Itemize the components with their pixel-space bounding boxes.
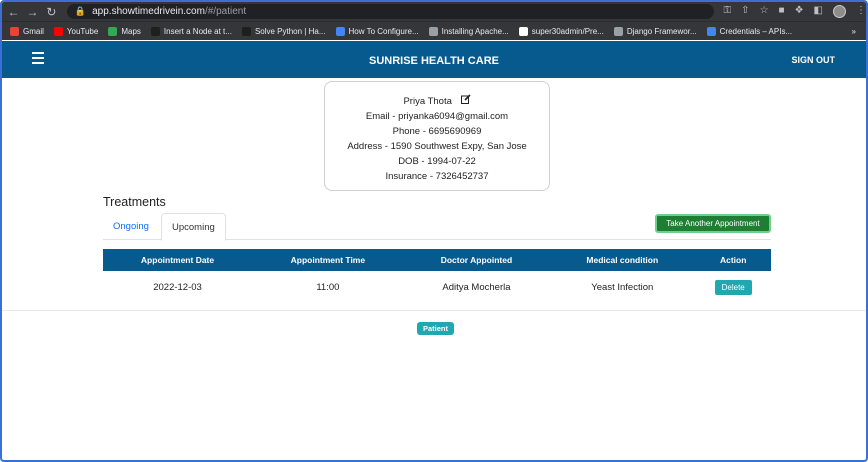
column-header: Appointment Time	[290, 255, 366, 265]
tab-ongoing[interactable]: Ongoing	[103, 213, 159, 240]
bookmark-favicon-icon	[518, 26, 528, 36]
bookmark-item[interactable]: Solve Python | Ha...	[241, 26, 326, 36]
appointment-date: 2022-12-03	[153, 282, 202, 293]
menu-icon[interactable]: ⋮	[856, 5, 866, 18]
url-host: app.showtimedrivein.com	[92, 6, 205, 17]
profile-insurance: Insurance - 7326452737	[385, 171, 489, 182]
treatments-heading: Treatments	[103, 195, 166, 209]
role-badge: Patient	[417, 322, 455, 335]
browser-actions: ⚿ ⇧ ☆ ■ ❖ ◧ ⋮	[724, 5, 866, 18]
sign-out-button[interactable]: SIGN OUT	[791, 55, 835, 65]
bookmark-item[interactable]: How To Configure...	[335, 26, 419, 36]
app-header: SUNRISE HEALTH CARE SIGN OUT	[2, 41, 866, 78]
bookmarks-overflow-button[interactable]: »	[852, 27, 856, 36]
bookmark-label: Solve Python | Ha...	[254, 26, 326, 36]
bookmark-label: How To Configure...	[348, 26, 419, 36]
table-row: 2022-12-03 11:00 Aditya Mocherla Yeast I…	[103, 271, 771, 304]
bookmark-label: super30admin/Pre...	[531, 26, 604, 36]
sidebar-icon[interactable]: ◧	[814, 5, 823, 18]
appointments-table: Appointment Date Appointment Time Doctor…	[103, 249, 771, 304]
tab-upcoming[interactable]: Upcoming	[161, 213, 226, 241]
column-header: Action	[719, 255, 747, 265]
bookmark-favicon-icon	[335, 26, 345, 36]
back-icon[interactable]: ←	[6, 5, 21, 19]
bookmark-item[interactable]: Insert a Node at t...	[150, 26, 232, 36]
profile-phone: Phone - 6695690969	[392, 126, 482, 137]
url-path: /#/patient	[204, 6, 247, 17]
browser-window: ← → ↻ 🔒 app.showtimedrivein.com /#/patie…	[0, 0, 868, 462]
bookmark-favicon-icon	[241, 26, 251, 36]
delete-button[interactable]: Delete	[714, 280, 752, 295]
column-header: Doctor Appointed	[440, 255, 513, 265]
bookmark-favicon-icon	[53, 26, 63, 36]
profile-address: Address - 1590 Southwest Expy, San Jose	[347, 141, 527, 152]
profile-name-row: Priya Thota	[325, 94, 549, 109]
profile-name: Priya Thota	[403, 96, 452, 108]
key-icon[interactable]: ⚿	[724, 5, 732, 18]
bookmark-item[interactable]: YouTube	[53, 26, 99, 36]
column-header: Medical condition	[586, 255, 659, 265]
puzzle-icon[interactable]: ❖	[795, 5, 804, 18]
profile-dob: DOB - 1994-07-22	[398, 156, 476, 167]
address-bar[interactable]: 🔒 app.showtimedrivein.com /#/patient	[66, 4, 714, 19]
table-header-row: Appointment Date Appointment Time Doctor…	[103, 249, 771, 271]
bookmark-item[interactable]: Installing Apache...	[428, 26, 509, 36]
take-another-appointment-button[interactable]: Take Another Appointment	[655, 214, 771, 233]
bookmark-label: Installing Apache...	[441, 26, 509, 36]
bookmark-favicon-icon	[10, 26, 19, 36]
column-header: Appointment Date	[140, 255, 215, 265]
bookmark-favicon-icon	[613, 26, 623, 36]
extension-icon[interactable]: ■	[779, 5, 785, 18]
bookmark-label: Maps	[121, 26, 141, 36]
bookmark-item[interactable]: super30admin/Pre...	[518, 26, 604, 36]
bookmark-label: Credentials – APIs...	[719, 26, 793, 36]
bookmark-label: Insert a Node at t...	[163, 26, 232, 36]
doctor-appointed: Aditya Mocherla	[442, 282, 511, 293]
divider	[2, 310, 866, 311]
bookmark-item[interactable]: Gmail	[10, 26, 44, 36]
share-icon[interactable]: ⇧	[741, 5, 749, 18]
lock-icon: 🔒	[74, 6, 87, 16]
appointment-time: 11:00	[316, 282, 340, 293]
bookmark-item[interactable]: Maps	[108, 26, 141, 36]
bookmarks-bar: Gmail YouTube Maps Insert a Node at t... Sol…	[2, 21, 866, 40]
bookmark-favicon-icon	[108, 26, 118, 36]
bookmark-item[interactable]: Credentials – APIs...	[706, 26, 793, 36]
star-icon[interactable]: ☆	[760, 5, 769, 18]
bookmark-label: Gmail	[23, 26, 44, 36]
bookmark-favicon-icon	[150, 26, 160, 36]
bookmark-favicon-icon	[706, 26, 716, 36]
app-title: SUNRISE HEALTH CARE	[369, 55, 499, 67]
edit-icon[interactable]	[460, 94, 471, 109]
bookmark-label: Django Framewor...	[626, 26, 697, 36]
action-cell: Delete	[695, 271, 771, 304]
medical-condition: Yeast Infection	[591, 282, 654, 293]
profile-email: Email - priyanka6094@gmail.com	[365, 111, 509, 122]
browser-toolbar: ← → ↻ 🔒 app.showtimedrivein.com /#/patie…	[2, 2, 866, 21]
bookmark-label: YouTube	[66, 26, 99, 36]
bookmark-favicon-icon	[428, 26, 438, 36]
bookmark-item[interactable]: Django Framewor...	[613, 26, 697, 36]
profile-avatar[interactable]	[833, 5, 846, 18]
profile-card: Priya Thota Email - priyanka6094@gmail.c…	[324, 81, 550, 191]
forward-icon[interactable]: →	[25, 5, 40, 19]
reload-icon[interactable]: ↻	[44, 5, 59, 19]
